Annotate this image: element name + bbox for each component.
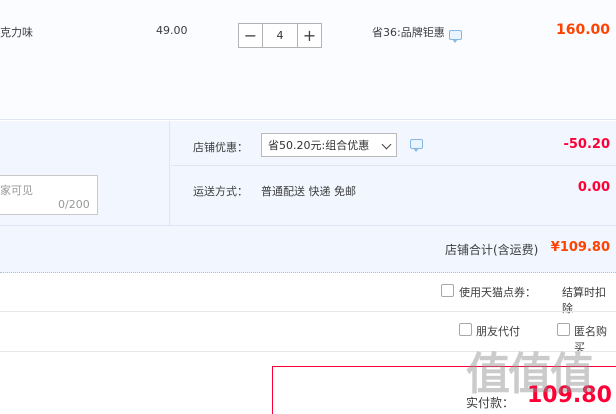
tmall-points-label: 使用天猫点券： (459, 286, 536, 299)
unit-price: 49.00 (156, 24, 188, 37)
message-placeholder: 家可见 (0, 184, 33, 197)
watermark-logo: 值值值 (466, 349, 594, 400)
shop-discount-selected: 省50.20元:组合优惠 (268, 139, 370, 152)
shipping-method: 普通配送 快递 免邮 (261, 185, 356, 198)
divider (0, 225, 616, 226)
product-name[interactable]: 克力味 (0, 24, 33, 40)
line-total: 160.00 (555, 22, 610, 38)
shipping-fee: 0.00 (577, 180, 610, 195)
divider (0, 311, 616, 312)
comment-icon[interactable] (410, 139, 423, 152)
shop-discount-select[interactable]: 省50.20元:组合优惠 (261, 133, 397, 157)
message-char-count: 0/200 (58, 198, 90, 211)
decrease-quantity-button[interactable]: − (238, 23, 263, 48)
shipping-label: 运送方式： (193, 185, 248, 198)
shop-discount-value: -50.20 (563, 137, 610, 152)
shop-total-value: ¥109.80 (550, 240, 610, 255)
anonymous-checkbox[interactable] (557, 323, 570, 336)
divider (171, 165, 616, 166)
shop-total-label: 店铺合计(含运费) (445, 243, 539, 257)
increase-quantity-button[interactable]: + (297, 23, 322, 48)
friend-pay-label: 朋友代付 (476, 325, 520, 338)
product-row (0, 0, 616, 120)
chevron-down-icon (381, 139, 392, 150)
shop-discount-label: 店铺优惠： (193, 141, 248, 154)
product-promotion: 省36:品牌钜惠 (372, 26, 445, 39)
friend-pay-checkbox[interactable] (459, 323, 472, 336)
tmall-points-checkbox[interactable] (441, 284, 454, 297)
quantity-stepper: − 4 + (238, 23, 322, 48)
quantity-input[interactable]: 4 (263, 23, 297, 48)
comment-icon[interactable] (449, 30, 462, 43)
